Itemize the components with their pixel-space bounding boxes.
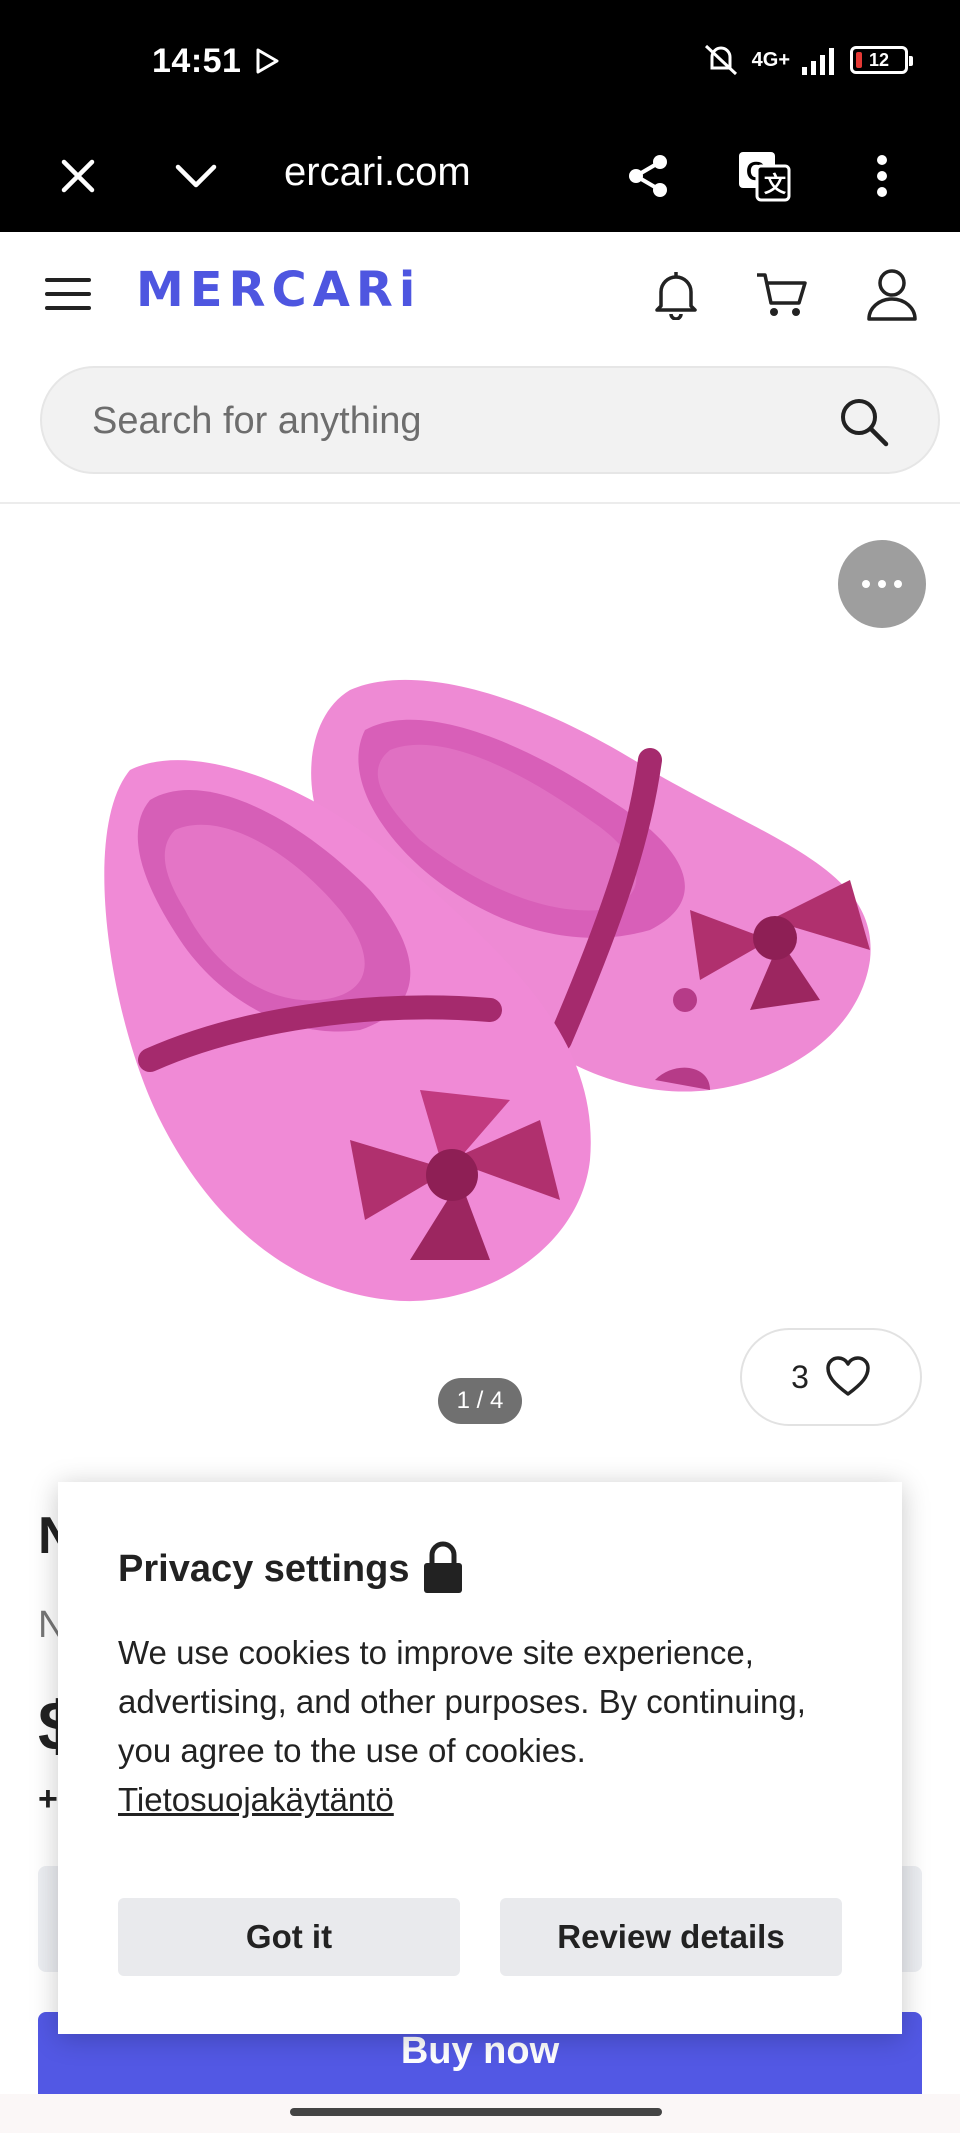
status-bar: 14:51 4G+ 12 — [0, 0, 960, 120]
product-image-shoes — [104, 679, 871, 1302]
search-icon[interactable] — [838, 396, 890, 448]
network-type: 4G+ — [751, 48, 790, 71]
privacy-title: Privacy settings — [118, 1548, 410, 1590]
got-it-button[interactable]: Got it — [118, 1898, 460, 1976]
search-placeholder: Search for anything — [92, 400, 422, 442]
bell-icon[interactable] — [646, 264, 706, 324]
status-time: 14:51 — [152, 42, 242, 80]
status-indicators: 4G+ 12 — [700, 40, 913, 80]
signal-icon — [802, 48, 834, 75]
browser-toolbar: ercari.com G 文 — [0, 120, 960, 232]
dot — [878, 580, 886, 588]
like-count: 3 — [791, 1358, 809, 1395]
search-input[interactable]: Search for anything — [40, 366, 940, 474]
like-button[interactable]: 3 — [740, 1328, 922, 1426]
url-text[interactable]: ercari.com — [284, 150, 584, 195]
gesture-bar[interactable] — [290, 2108, 662, 2116]
privacy-body-text: We use cookies to improve site experienc… — [118, 1634, 806, 1769]
more-vertical-icon[interactable] — [854, 148, 910, 204]
mercari-logo[interactable]: MERCARi — [136, 262, 421, 318]
privacy-body: We use cookies to improve site experienc… — [118, 1628, 858, 1824]
battery-level: 12 — [868, 49, 890, 70]
more-options-button[interactable] — [838, 540, 926, 628]
share-icon[interactable] — [620, 148, 676, 204]
lock-icon — [424, 1541, 462, 1593]
privacy-dialog: Privacy settings We use cookies to impro… — [58, 1482, 902, 2034]
cart-icon[interactable] — [752, 264, 812, 324]
play-store-icon — [256, 48, 279, 74]
mute-icon — [704, 44, 737, 76]
dot — [894, 580, 902, 588]
menu-icon[interactable] — [38, 264, 98, 324]
chevron-down-icon[interactable] — [168, 148, 224, 204]
privacy-policy-link[interactable]: Tietosuojakäytäntö — [118, 1781, 394, 1818]
battery-icon: 12 — [850, 46, 913, 74]
svg-text:文: 文 — [764, 172, 787, 198]
dot — [862, 580, 870, 588]
heart-icon — [826, 1356, 870, 1396]
user-icon[interactable] — [862, 264, 922, 324]
close-icon[interactable] — [50, 148, 106, 204]
product-shipping-partial: + — [38, 1780, 58, 1818]
image-pager: 1 / 4 — [438, 1378, 522, 1424]
review-details-button[interactable]: Review details — [500, 1898, 842, 1976]
translate-icon[interactable]: G 文 — [736, 148, 792, 204]
